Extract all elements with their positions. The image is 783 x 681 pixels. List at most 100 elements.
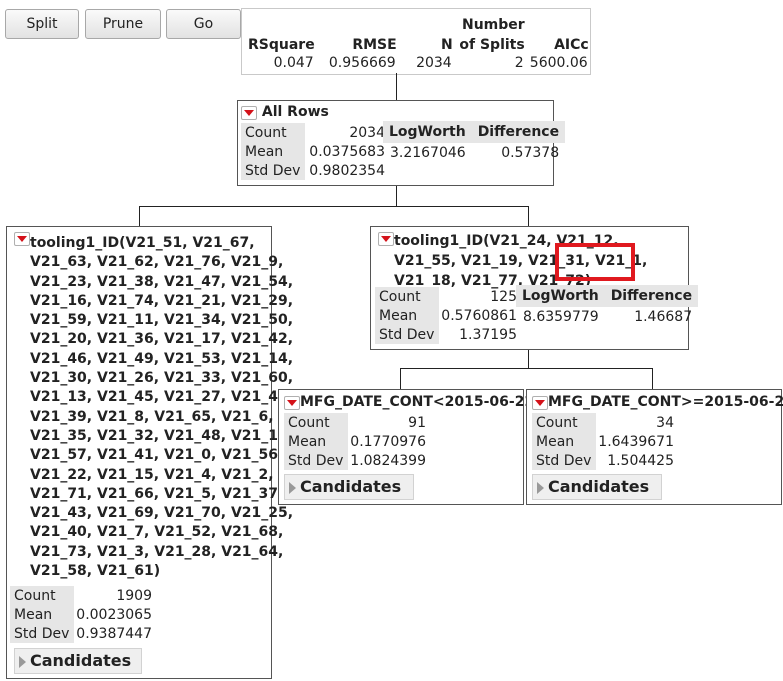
std-value: 1.0824399: [350, 452, 426, 469]
date-ge-stats: Count 34 Mean 1.6439671 Std Dev 1.504425: [532, 413, 674, 470]
disclosure-closed-icon: [537, 481, 544, 494]
root-title-label: All Rows: [261, 104, 329, 120]
left-node-title-line: V21_59, V21_11, V21_34, V21_50,: [30, 312, 294, 329]
mean-value: 0.5760861: [441, 307, 517, 324]
header-rmse: RMSE: [352, 37, 397, 53]
disclosure-closed-icon: [289, 481, 296, 494]
disclosure-triangle-icon[interactable]: [14, 232, 30, 246]
connector-line: [652, 368, 653, 389]
candidates-label: Candidates: [300, 477, 402, 496]
std-label: Std Dev: [241, 161, 305, 180]
highlight-box: [555, 243, 635, 281]
left-node-title-line: V21_63, V21_62, V21_76, V21_9,: [30, 254, 284, 271]
std-value: 1.504425: [607, 452, 674, 469]
disclosure-closed-icon: [19, 655, 26, 668]
mean-value: 0.0023065: [76, 606, 152, 623]
connector-line: [400, 368, 401, 389]
logworth-header: LogWorth: [516, 285, 605, 307]
mean-label: Mean: [284, 432, 348, 451]
difference-value: 0.57378: [501, 145, 560, 161]
left-node-title-line: V21_23, V21_38, V21_47, V21_54,: [30, 273, 294, 290]
value-rmse: 0.956669: [328, 55, 396, 71]
mean-value: 1.6439671: [598, 433, 674, 450]
connector-line: [139, 206, 140, 226]
disclosure-triangle-icon[interactable]: [378, 232, 394, 246]
candidates-toggle[interactable]: Candidates: [284, 474, 414, 500]
summary-stats-panel: Number RSquare RMSE N of Splits AICc 0.0…: [241, 8, 591, 75]
difference-header: Difference: [604, 285, 699, 307]
left-node-title-line: tooling1_ID(V21_51, V21_67,: [30, 235, 255, 251]
left-node-title-line: V21_22, V21_15, V21_4, V21_2,: [30, 466, 274, 483]
candidates-label: Candidates: [548, 477, 650, 496]
value-aicc: 5600.06: [529, 55, 588, 71]
count-label: Count: [375, 287, 439, 306]
left-node-title-line: V21_39, V21_8, V21_65, V21_6,: [30, 408, 274, 425]
left-node-title-line: V21_20, V21_36, V21_17, V21_42,: [30, 331, 294, 348]
split-button[interactable]: Split: [5, 9, 79, 39]
left-node-title-line: V21_71, V21_66, V21_5, V21_37,: [30, 485, 284, 502]
date-ge-node: MFG_DATE_CONT>=2015-06-22 Count 34 Mean 1.…: [526, 389, 783, 505]
right-stats: Count 125 Mean 0.5760861 Std Dev 1.37195: [375, 287, 517, 344]
left-node-title: tooling1_ID(V21_51, V21_67, V21_63, V21_6…: [30, 234, 293, 581]
connector-line: [528, 348, 529, 368]
std-label: Std Dev: [10, 624, 74, 643]
date-lt-node: MFG_DATE_CONT<2015-06-22 Count 91 Mean 0.1…: [278, 389, 534, 505]
go-button[interactable]: Go: [166, 9, 241, 39]
std-label: Std Dev: [375, 325, 439, 344]
left-node-title-line: V21_30, V21_26, V21_33, V21_60,: [30, 370, 294, 387]
left-node-title-line: V21_58, V21_61): [30, 563, 161, 580]
date-lt-title: MFG_DATE_CONT<2015-06-22: [284, 394, 534, 410]
connector-line: [528, 206, 529, 226]
summary-stats-table: Number RSquare RMSE N of Splits AICc 0.0…: [248, 13, 589, 72]
count-label: Count: [284, 413, 348, 432]
count-value: 1909: [116, 587, 152, 604]
connector-line: [400, 368, 653, 369]
count-value: 34: [656, 414, 674, 431]
date-lt-title-label: MFG_DATE_CONT<2015-06-22: [300, 394, 535, 410]
candidates-toggle[interactable]: Candidates: [14, 648, 142, 674]
right-node: tooling1_ID(V21_24, V21_12, V21_55, V21_…: [370, 226, 699, 350]
prune-button[interactable]: Prune: [85, 9, 161, 39]
value-splits: 2: [514, 55, 524, 71]
disclosure-triangle-icon[interactable]: [532, 396, 548, 410]
left-stats: Count 1909 Mean 0.0023065 Std Dev 0.9387447: [10, 586, 152, 643]
std-value: 1.37195: [459, 326, 517, 343]
left-node-title-line: V21_40, V21_7, V21_52, V21_68,: [30, 524, 284, 541]
header-splits-top: Number: [462, 17, 525, 33]
count-value: 91: [408, 414, 426, 431]
root-node: All Rows Count 2034 Mean 0.0375683 Std Dev…: [237, 100, 566, 186]
logworth-header: LogWorth: [383, 121, 472, 143]
connector-line: [396, 73, 397, 100]
header-splits: of Splits: [459, 37, 525, 53]
mean-label: Mean: [375, 306, 439, 325]
count-value: 125: [490, 288, 517, 305]
std-label: Std Dev: [532, 451, 596, 470]
header-aicc: AICc: [554, 37, 589, 53]
header-n: N: [440, 37, 453, 53]
connector-line: [396, 184, 397, 206]
count-label: Count: [10, 586, 74, 605]
left-node-title-line: V21_16, V21_74, V21_21, V21_29,: [30, 292, 294, 309]
mean-label: Mean: [532, 432, 596, 451]
mean-value: 0.0375683: [309, 143, 385, 160]
disclosure-triangle-icon[interactable]: [241, 106, 257, 120]
left-node-title-line: V21_43, V21_69, V21_70, V21_25,: [30, 505, 294, 522]
candidates-toggle[interactable]: Candidates: [532, 474, 662, 500]
value-n: 2034: [416, 55, 452, 71]
date-lt-stats: Count 91 Mean 0.1770976 Std Dev 1.0824399: [284, 413, 426, 470]
logworth-value: 8.6359779: [522, 309, 599, 325]
date-ge-title: MFG_DATE_CONT>=2015-06-22: [532, 394, 783, 410]
std-label: Std Dev: [284, 451, 348, 470]
difference-header: Difference: [471, 121, 566, 143]
left-node-title-line: V21_73, V21_3, V21_28, V21_64,: [30, 543, 284, 560]
disclosure-triangle-icon[interactable]: [284, 396, 300, 410]
count-label: Count: [532, 413, 596, 432]
value-rsquare: 0.047: [273, 55, 314, 71]
date-ge-title-label: MFG_DATE_CONT>=2015-06-22: [548, 394, 783, 410]
root-node-title: All Rows: [241, 104, 329, 120]
difference-value: 1.46687: [634, 309, 693, 325]
header-rsquare: RSquare: [248, 37, 315, 53]
count-label: Count: [241, 123, 305, 142]
left-node-title-line: V21_13, V21_45, V21_27, V21_44,: [30, 389, 294, 406]
root-logworth-table: LogWorth Difference 3.2167046 0.57378: [383, 121, 566, 163]
